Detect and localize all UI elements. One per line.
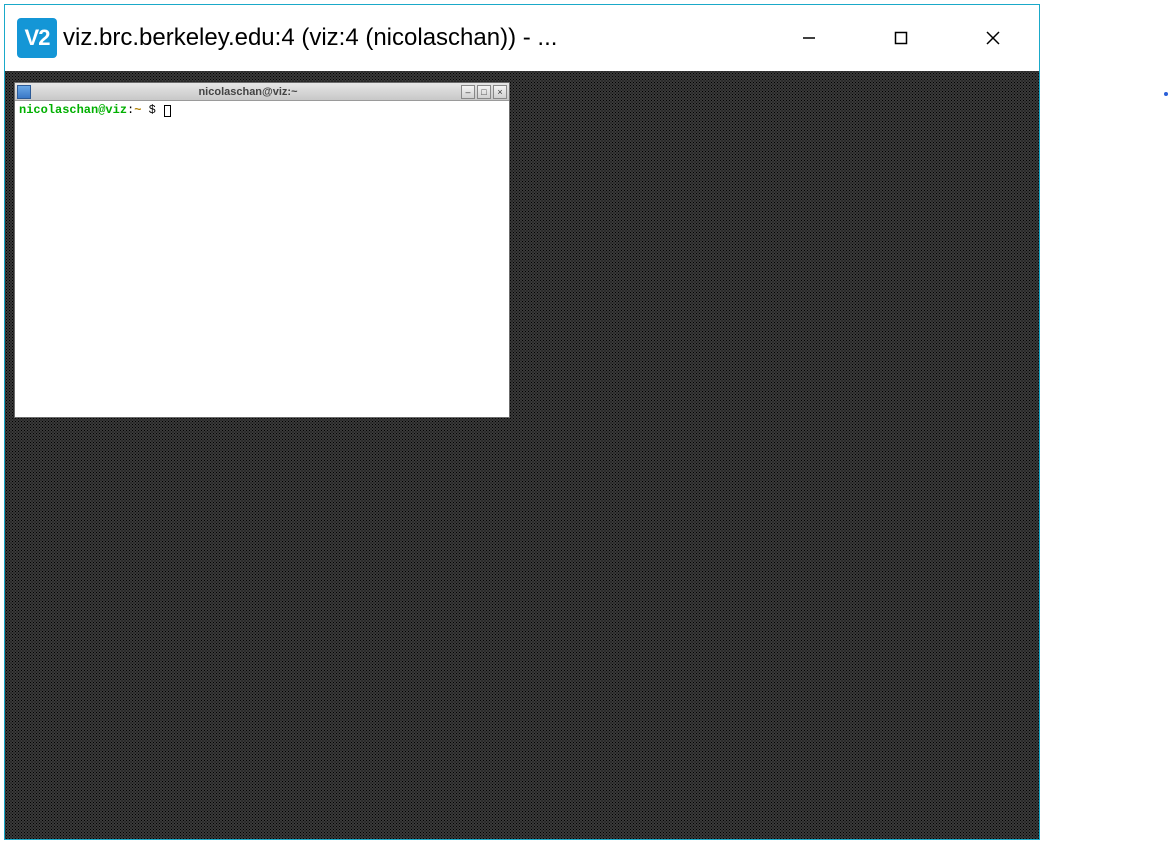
close-button[interactable]: [947, 5, 1039, 71]
minimize-button[interactable]: [763, 5, 855, 71]
close-icon: [985, 30, 1001, 46]
prompt-user-host: nicolaschan@viz: [19, 103, 127, 117]
decorative-dot: [1164, 92, 1168, 96]
close-icon: ×: [497, 87, 502, 97]
terminal-window[interactable]: nicolaschan@viz:~ – □ × nicolaschan@viz:…: [14, 82, 510, 418]
vnc-window-title: viz.brc.berkeley.edu:4 (viz:4 (nicolasch…: [63, 24, 763, 52]
terminal-app-icon: [17, 85, 31, 99]
terminal-minimize-button[interactable]: –: [461, 85, 475, 99]
maximize-icon: [894, 31, 908, 45]
vnc-titlebar[interactable]: V2 viz.brc.berkeley.edu:4 (viz:4 (nicola…: [5, 5, 1039, 71]
terminal-window-controls: – □ ×: [461, 85, 507, 99]
remote-desktop-area[interactable]: nicolaschan@viz:~ – □ × nicolaschan@viz:…: [5, 71, 1039, 839]
vnc-app-icon: V2: [17, 18, 57, 58]
terminal-close-button[interactable]: ×: [493, 85, 507, 99]
terminal-maximize-button[interactable]: □: [477, 85, 491, 99]
prompt-symbol: $: [141, 103, 163, 117]
terminal-titlebar[interactable]: nicolaschan@viz:~ – □ ×: [15, 83, 509, 101]
terminal-body[interactable]: nicolaschan@viz:~ $: [15, 101, 509, 417]
minimize-icon: [802, 31, 816, 45]
window-controls: [763, 5, 1039, 71]
vnc-viewer-window: V2 viz.brc.berkeley.edu:4 (viz:4 (nicola…: [4, 4, 1040, 840]
terminal-cursor: [164, 105, 171, 117]
maximize-button[interactable]: [855, 5, 947, 71]
vnc-app-icon-text: V2: [25, 25, 50, 51]
minimize-icon: –: [465, 87, 470, 97]
terminal-title: nicolaschan@viz:~: [35, 86, 461, 98]
maximize-icon: □: [481, 87, 486, 97]
